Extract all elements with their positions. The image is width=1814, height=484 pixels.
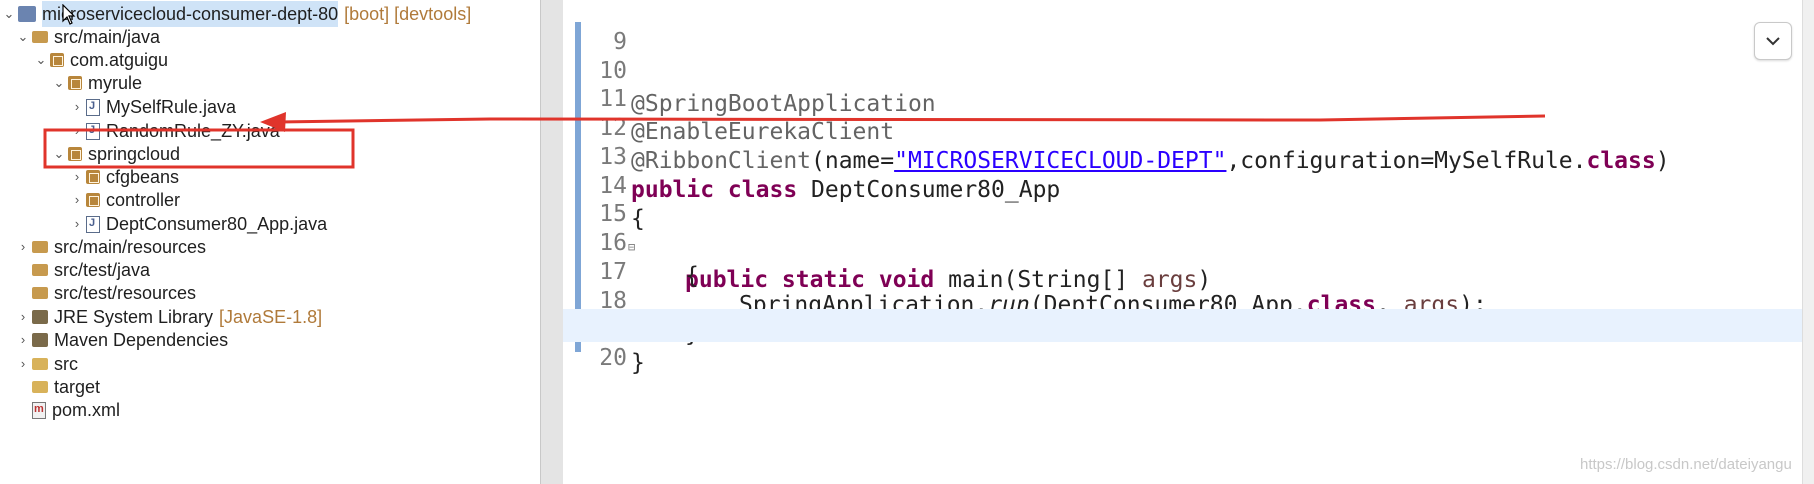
xml-file-icon <box>32 401 46 419</box>
source-folder-icon <box>32 264 48 276</box>
chevron-down-icon[interactable]: ⌄ <box>14 24 32 50</box>
pane-divider[interactable] <box>540 0 564 484</box>
package-icon <box>50 53 64 67</box>
source-folder-icon <box>32 31 48 43</box>
library-icon <box>32 333 48 347</box>
java-file-icon <box>86 98 100 116</box>
tree-item-label: pom.xml <box>52 400 121 420</box>
tree-item-label: src/test/resources <box>54 283 197 303</box>
editor-dropdown-button[interactable] <box>1754 22 1792 60</box>
package-icon <box>68 147 82 161</box>
tree-item-pom-xml[interactable]: pom.xml <box>32 397 120 423</box>
chevron-down-icon[interactable]: ⌄ <box>50 70 68 96</box>
chevron-right-icon[interactable]: › <box>68 94 86 120</box>
vertical-scrollbar[interactable] <box>1802 0 1814 484</box>
package-icon <box>86 193 100 207</box>
tree-item-label: myrule <box>88 73 143 93</box>
tree-item-controller[interactable]: › controller <box>68 187 180 213</box>
watermark: https://blog.csdn.net/dateiyangu <box>1580 456 1792 473</box>
tree-item-src-test-resources[interactable]: src/test/resources <box>32 280 196 306</box>
chevron-down-icon[interactable]: ⌄ <box>32 47 50 73</box>
tree-item-label: controller <box>106 190 181 210</box>
source-folder-icon <box>32 241 48 253</box>
chevron-right-icon[interactable]: › <box>14 327 32 353</box>
line-number: 20 <box>599 345 627 371</box>
chevron-right-icon[interactable]: › <box>14 234 32 260</box>
java-file-icon <box>86 215 100 233</box>
mouse-cursor-icon <box>62 4 76 25</box>
package-explorer: ⌄ microservicecloud-consumer-dept-80 [bo… <box>0 0 540 484</box>
project-icon <box>18 6 36 22</box>
chevron-down-icon[interactable]: ⌄ <box>50 141 68 167</box>
java-file-icon <box>86 122 100 140</box>
tree-item-myselfrule[interactable]: › MySelfRule.java <box>68 94 236 120</box>
tree-item-decoration: [boot] [devtools] <box>344 4 472 24</box>
library-icon <box>32 310 48 324</box>
tree-item-myrule[interactable]: ⌄ myrule <box>50 70 142 96</box>
chevron-right-icon[interactable]: › <box>14 351 32 377</box>
folder-icon <box>32 381 48 393</box>
code-line-20[interactable]: 20 <box>563 309 1814 371</box>
package-icon <box>68 76 82 90</box>
tree-item-maven-dependencies[interactable]: › Maven Dependencies <box>14 327 228 353</box>
chevron-down-icon <box>1766 37 1780 46</box>
source-folder-icon <box>32 287 48 299</box>
code-text: } <box>631 350 645 376</box>
tree-item-label: Maven Dependencies <box>54 330 229 350</box>
code-editor[interactable]: 9 10 @SpringBootApplication 11 @EnableEu… <box>563 0 1814 484</box>
tree-item-label: MySelfRule.java <box>106 97 237 117</box>
package-icon <box>86 170 100 184</box>
tree-item-decoration: [JavaSE-1.8] <box>219 307 323 327</box>
folder-icon <box>32 358 48 370</box>
chevron-right-icon[interactable]: › <box>68 187 86 213</box>
